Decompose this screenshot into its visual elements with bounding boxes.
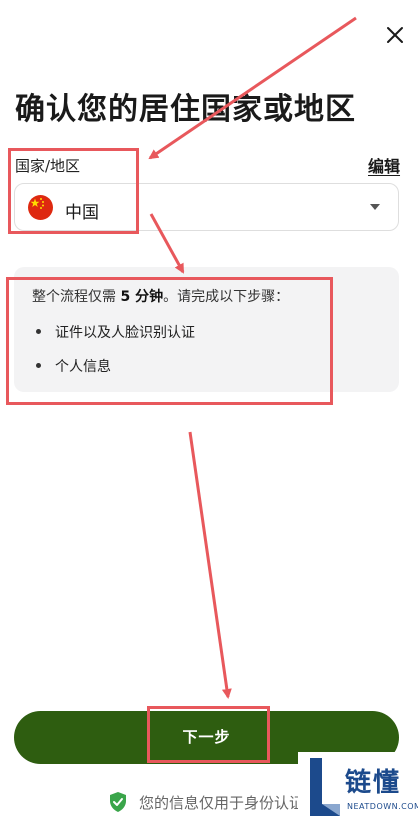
watermark-logo-icon (310, 758, 340, 816)
china-flag-icon (28, 195, 53, 220)
country-select[interactable]: 中国 (14, 183, 399, 231)
identity-verification-screen: 确认您的居住国家或地区 国家/地区 编辑 中国 整个流程仅需 5 分钟。请完成以… (0, 0, 418, 823)
watermark-title: 链懂 (345, 768, 402, 798)
country-field-label: 国家/地区 (15, 157, 81, 175)
privacy-text: 您的信息仅用于身份认证 (139, 794, 305, 812)
shield-check-icon (110, 792, 126, 812)
close-button[interactable] (384, 24, 406, 46)
page-title: 确认您的居住国家或地区 (15, 92, 356, 127)
intro-prefix: 整个流程仅需 (32, 289, 121, 305)
list-item: 个人信息 (36, 356, 111, 376)
intro-duration: 5 分钟 (120, 289, 164, 305)
intro-suffix: 。请完成以下步骤： (163, 289, 290, 305)
info-box: 整个流程仅需 5 分钟。请完成以下步骤： 证件以及人脸识别认证 个人信息 (14, 267, 399, 392)
bullet-icon (36, 328, 41, 334)
country-value: 中国 (65, 203, 99, 223)
step-label: 个人信息 (55, 359, 111, 375)
caret-down-icon (370, 204, 380, 210)
edit-link[interactable]: 编辑 (368, 153, 400, 177)
list-item: 证件以及人脸识别认证 (36, 322, 195, 342)
process-intro: 整个流程仅需 5 分钟。请完成以下步骤： (32, 286, 289, 306)
arrow-to-next (188, 431, 232, 699)
watermark-subtitle: NEATDOWN.COM (347, 802, 418, 811)
bullet-icon (36, 362, 41, 368)
step-label: 证件以及人脸识别认证 (55, 325, 195, 341)
watermark: 链懂 NEATDOWN.COM (298, 752, 418, 823)
close-icon[interactable] (384, 24, 406, 46)
